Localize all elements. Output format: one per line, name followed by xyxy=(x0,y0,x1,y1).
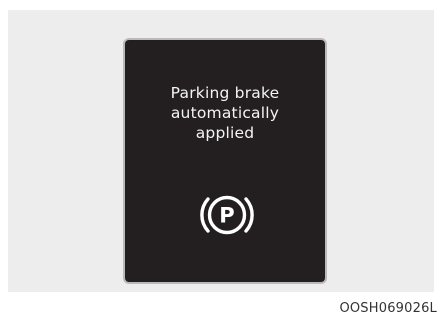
figure-panel: Parking brake automatically applied P xyxy=(8,10,434,292)
parking-brake-icon: P xyxy=(200,195,254,235)
message-line-2: automatically xyxy=(170,104,280,122)
cluster-display: Parking brake automatically applied P xyxy=(123,38,327,284)
parking-brake-letter: P xyxy=(219,204,234,228)
message-line-3: applied xyxy=(195,124,255,142)
figure-code: OOSH069026L xyxy=(339,301,437,316)
message-line-1: Parking brake xyxy=(170,84,280,102)
warning-message: Parking brake automatically applied xyxy=(125,83,325,143)
